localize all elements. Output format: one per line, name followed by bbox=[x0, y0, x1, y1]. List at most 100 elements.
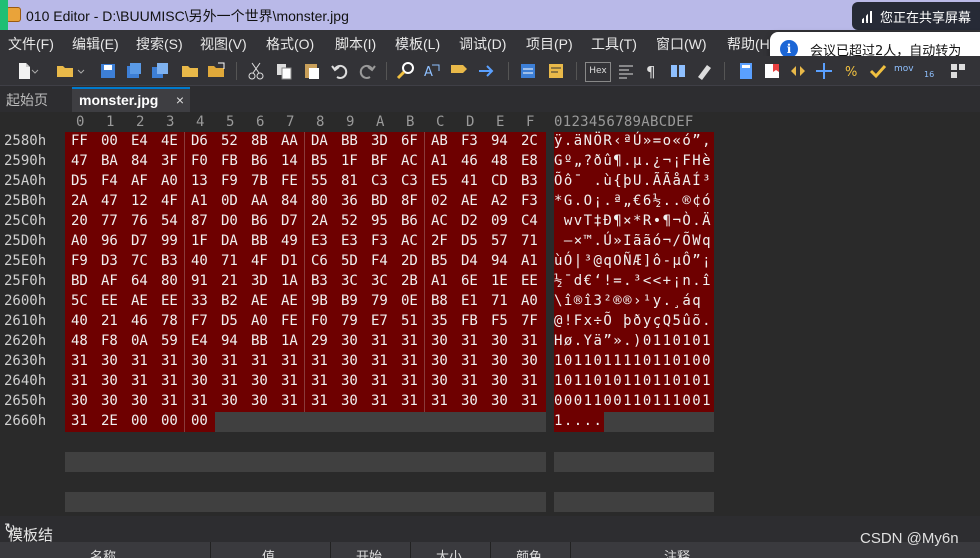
folder-icon[interactable] bbox=[180, 61, 200, 81]
hex-byte[interactable]: F0 bbox=[311, 313, 328, 329]
hex-byte[interactable]: 09 bbox=[491, 213, 508, 229]
hex-byte[interactable]: 4E bbox=[161, 133, 178, 149]
hex-byte[interactable]: 9B bbox=[311, 293, 328, 309]
hex-byte[interactable]: 3C bbox=[371, 273, 388, 289]
hex-byte[interactable]: E3 bbox=[341, 233, 358, 249]
hex-byte[interactable]: E4 bbox=[131, 133, 148, 149]
hex-byte[interactable]: 30 bbox=[131, 393, 148, 409]
tab-start-page[interactable]: 起始页 bbox=[6, 90, 48, 110]
hex-byte[interactable]: 30 bbox=[431, 353, 448, 369]
hex-byte[interactable]: 57 bbox=[491, 233, 508, 249]
hex-byte[interactable]: 0D bbox=[221, 193, 238, 209]
template-icon[interactable] bbox=[546, 61, 566, 81]
hex-byte[interactable]: C6 bbox=[311, 253, 328, 269]
replace-icon[interactable]: A bbox=[422, 61, 442, 81]
tab-monster-jpg[interactable]: monster.jpg × bbox=[72, 87, 190, 112]
hex-byte[interactable]: 13 bbox=[191, 173, 208, 189]
expand-icon[interactable] bbox=[814, 61, 834, 81]
hex-byte[interactable]: 7B bbox=[251, 173, 268, 189]
close-icon[interactable]: × bbox=[176, 92, 184, 108]
hex-byte[interactable]: 79 bbox=[341, 313, 358, 329]
hex-byte[interactable]: 84 bbox=[131, 153, 148, 169]
hex-byte[interactable]: 14 bbox=[281, 153, 298, 169]
hex-byte[interactable]: 7F bbox=[521, 313, 538, 329]
hex-byte[interactable]: 31 bbox=[281, 353, 298, 369]
find-icon[interactable] bbox=[396, 61, 416, 81]
hex-byte[interactable]: B5 bbox=[431, 253, 448, 269]
col-color[interactable]: 颜色 bbox=[516, 546, 542, 558]
hex-byte[interactable]: 48 bbox=[491, 153, 508, 169]
hex-byte[interactable]: DA bbox=[311, 133, 328, 149]
hex-byte[interactable]: 1A bbox=[281, 333, 298, 349]
hex-byte[interactable]: A1 bbox=[521, 253, 538, 269]
hex-byte[interactable]: 31 bbox=[281, 373, 298, 389]
char-row[interactable]: @!Fx÷Õ þðyçQ5ûõ. bbox=[554, 313, 712, 329]
hex-byte[interactable]: 30 bbox=[491, 353, 508, 369]
hex-byte[interactable]: 30 bbox=[71, 393, 88, 409]
hex-byte[interactable]: E3 bbox=[311, 233, 328, 249]
grid-icon[interactable] bbox=[948, 61, 968, 81]
pilcrow-icon[interactable]: ¶ bbox=[642, 61, 662, 81]
hex-byte[interactable]: 31 bbox=[71, 353, 88, 369]
hex-byte[interactable]: 30 bbox=[431, 333, 448, 349]
hex-byte[interactable]: 30 bbox=[491, 333, 508, 349]
hex-byte[interactable]: 30 bbox=[431, 373, 448, 389]
char-row[interactable]: Hø.Yä”».)0110101 bbox=[554, 333, 712, 349]
hex-byte[interactable]: 31 bbox=[281, 393, 298, 409]
char-row[interactable]: 0001100110111001 bbox=[554, 393, 712, 409]
hex-byte[interactable]: AA bbox=[281, 133, 298, 149]
hex-byte[interactable]: C4 bbox=[521, 213, 538, 229]
hex-byte[interactable]: AE bbox=[461, 193, 478, 209]
char-row[interactable]: –×™.Ú»Iããó¬/ÕWq bbox=[554, 233, 712, 249]
hex-byte[interactable]: 8F bbox=[401, 193, 418, 209]
hex-byte[interactable]: 96 bbox=[101, 233, 118, 249]
hex-byte[interactable]: 30 bbox=[341, 393, 358, 409]
hex-byte[interactable]: 30 bbox=[191, 353, 208, 369]
hex-byte[interactable]: D2 bbox=[461, 213, 478, 229]
hex-byte[interactable]: E8 bbox=[521, 153, 538, 169]
hex-byte[interactable]: 31 bbox=[521, 333, 538, 349]
hex-byte[interactable]: 0E bbox=[401, 293, 418, 309]
hex-byte[interactable]: 52 bbox=[341, 213, 358, 229]
hex-byte[interactable]: 31 bbox=[71, 373, 88, 389]
cut-icon[interactable] bbox=[246, 61, 266, 81]
hex-byte[interactable]: 31 bbox=[401, 333, 418, 349]
hex-byte[interactable]: 8B bbox=[251, 133, 268, 149]
hex-byte[interactable]: C3 bbox=[401, 173, 418, 189]
hex-byte[interactable]: 94 bbox=[221, 333, 238, 349]
hex-byte[interactable]: 31 bbox=[401, 393, 418, 409]
menu-project[interactable]: 项目(P) bbox=[526, 34, 573, 54]
hex-byte[interactable]: 49 bbox=[281, 233, 298, 249]
hex-byte[interactable]: D3 bbox=[101, 253, 118, 269]
calculator-icon[interactable] bbox=[736, 61, 756, 81]
hex-byte[interactable]: 47 bbox=[101, 193, 118, 209]
hex-byte[interactable]: 91 bbox=[191, 273, 208, 289]
hex-byte[interactable]: 59 bbox=[161, 333, 178, 349]
char-row[interactable]: ÿ.äNÖR‹ªÚ»=o«ó”, bbox=[554, 133, 712, 149]
hex-byte[interactable]: 54 bbox=[161, 213, 178, 229]
save-all-icon[interactable] bbox=[150, 61, 170, 81]
hex-byte[interactable]: D5 bbox=[461, 233, 478, 249]
hex-byte[interactable]: 80 bbox=[311, 193, 328, 209]
hex-byte[interactable]: 95 bbox=[371, 213, 388, 229]
menu-file[interactable]: 文件(F) bbox=[8, 34, 54, 54]
hex-byte[interactable]: 31 bbox=[371, 373, 388, 389]
char-row[interactable]: wvT‡Ð¶×*R•¶¬Ò.Ä bbox=[554, 213, 712, 229]
hex-byte[interactable]: AC bbox=[401, 153, 418, 169]
hex-byte[interactable]: 94 bbox=[491, 253, 508, 269]
hex-byte[interactable]: 31 bbox=[371, 393, 388, 409]
hex-byte[interactable]: F0 bbox=[191, 153, 208, 169]
hex-byte[interactable]: 71 bbox=[491, 293, 508, 309]
hex-byte[interactable]: 02 bbox=[431, 193, 448, 209]
hex-byte[interactable]: 3D bbox=[251, 273, 268, 289]
hex-byte[interactable]: B3 bbox=[161, 253, 178, 269]
hex-byte[interactable]: 2B bbox=[401, 273, 418, 289]
hex-byte[interactable]: AC bbox=[401, 233, 418, 249]
hex-byte[interactable]: 31 bbox=[521, 393, 538, 409]
hex-byte[interactable]: B6 bbox=[401, 213, 418, 229]
hex-byte[interactable]: 7C bbox=[131, 253, 148, 269]
hex-byte[interactable]: 30 bbox=[251, 393, 268, 409]
char-row[interactable]: ½¯d€‘!=.³<<+¡n.î bbox=[554, 273, 712, 289]
hex-byte[interactable]: 2E bbox=[101, 413, 118, 429]
hex-byte[interactable]: F3 bbox=[371, 233, 388, 249]
